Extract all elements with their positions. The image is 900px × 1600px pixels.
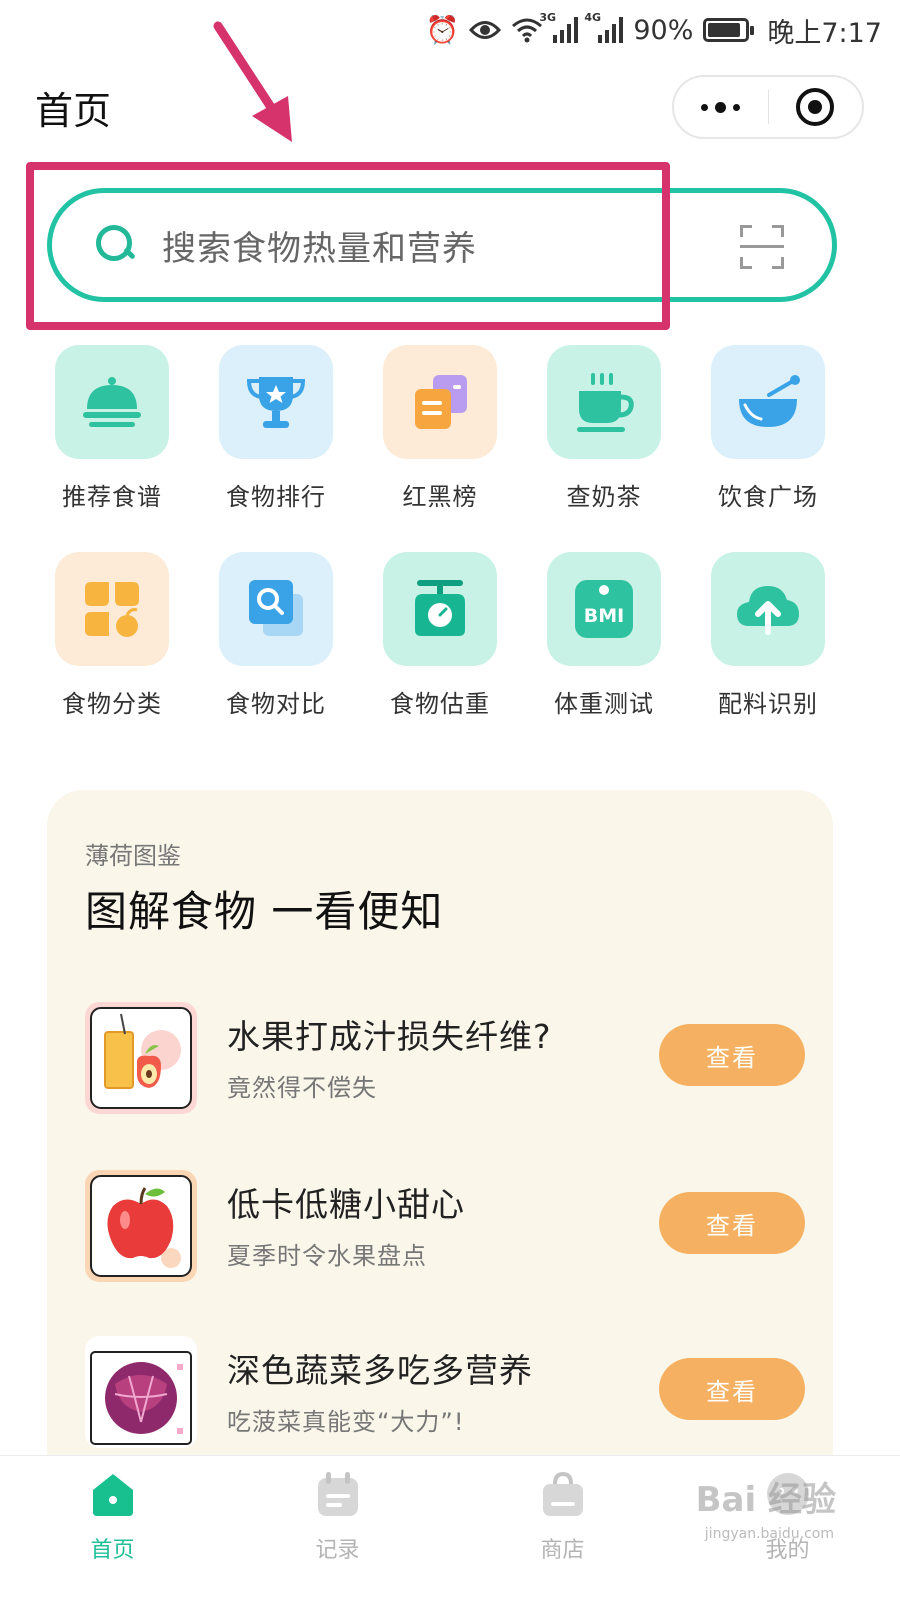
grid-item-ingredient-scan[interactable]: 配料识别 xyxy=(686,552,850,719)
feature-grid: 推荐食谱 食物排行 红黑榜 查奶茶 饮食广场 食物分类 食物对比 食物估重 BM… xyxy=(30,345,870,719)
bowl-icon xyxy=(711,345,825,459)
close-program-button[interactable] xyxy=(769,77,863,137)
scale-icon xyxy=(383,552,497,666)
status-bar: ⏰ 3G 4G 90% 晚上7:17 xyxy=(0,0,900,62)
watermark: Bai 经验 xyxy=(695,1480,836,1520)
cup-icon xyxy=(547,345,661,459)
cards-icon xyxy=(383,345,497,459)
status-icons: ⏰ 3G 4G 90% 晚上7:17 xyxy=(426,10,882,50)
grid-item-ranking[interactable]: 食物排行 xyxy=(194,345,358,512)
grid-item-diet-square[interactable]: 饮食广场 xyxy=(686,345,850,512)
signal-3g-icon: 3G xyxy=(539,11,579,43)
article-title: 低卡低糖小甜心 xyxy=(227,1185,465,1224)
article-item[interactable]: 深色蔬菜多吃多营养 吃菠菜真能变“大力”! 查看 xyxy=(85,1336,805,1452)
article-title: 深色蔬菜多吃多营养 xyxy=(227,1351,533,1390)
grid-label: 红黑榜 xyxy=(402,483,478,511)
battery-icon xyxy=(703,18,755,42)
grid-item-food-compare[interactable]: 食物对比 xyxy=(194,552,358,719)
grid-label: 配料识别 xyxy=(718,690,818,718)
article-item[interactable]: 低卡低糖小甜心 夏季时令水果盘点 查看 xyxy=(85,1170,805,1286)
grid-label: 食物分类 xyxy=(62,690,162,718)
grid-item-food-category[interactable]: 食物分类 xyxy=(30,552,194,719)
annotation-arrow xyxy=(213,21,292,142)
grid-item-milk-tea[interactable]: 查奶茶 xyxy=(522,345,686,512)
category-icon xyxy=(55,552,169,666)
view-button[interactable]: 查看 xyxy=(659,1358,805,1420)
mini-program-capsule xyxy=(672,75,864,139)
home-icon xyxy=(92,1474,133,1516)
annotation-highlight-box xyxy=(26,162,670,330)
scan-icon[interactable] xyxy=(740,225,784,269)
page-title: 首页 xyxy=(35,89,112,133)
food-atlas-card: 薄荷图鉴 图解食物 一看便知 水果打成汁损失纤维? 竟然得不偿失 查看 低卡低糖… xyxy=(47,790,833,1490)
view-button[interactable]: 查看 xyxy=(659,1024,805,1086)
tab-label: 商店 xyxy=(540,1538,585,1563)
alarm-icon: ⏰ xyxy=(425,14,460,46)
signal-3g-label: 3G xyxy=(539,11,557,24)
calendar-icon xyxy=(317,1472,358,1516)
watermark-url: jingyan.baidu.com xyxy=(704,1526,834,1542)
article-desc: 竟然得不偿失 xyxy=(227,1074,377,1102)
article-item[interactable]: 水果打成汁损失纤维? 竟然得不偿失 查看 xyxy=(85,1002,805,1118)
grid-item-red-black-list[interactable]: 红黑榜 xyxy=(358,345,522,512)
trophy-icon xyxy=(219,345,333,459)
battery-fill xyxy=(708,23,741,37)
signal-4g-label: 4G xyxy=(584,11,602,24)
signal-4g-icon: 4G xyxy=(584,11,624,43)
bmi-text: BMI xyxy=(584,605,624,627)
grid-item-recipes[interactable]: 推荐食谱 xyxy=(30,345,194,512)
eye-icon xyxy=(469,21,502,39)
cabbage-thumbnail xyxy=(85,1336,197,1448)
article-title: 水果打成汁损失纤维? xyxy=(227,1017,552,1056)
status-time: 晚上7:17 xyxy=(767,17,882,49)
grid-label: 体重测试 xyxy=(554,690,654,718)
tab-home[interactable]: 首页 xyxy=(0,1456,225,1600)
apple-thumbnail xyxy=(85,1170,197,1282)
grid-label: 查奶茶 xyxy=(566,483,642,511)
grid-item-weight-test[interactable]: BMI 体重测试 xyxy=(522,552,686,719)
tab-label: 首页 xyxy=(90,1538,135,1563)
tab-store[interactable]: 商店 xyxy=(450,1456,675,1600)
target-icon xyxy=(796,88,835,126)
card-subtitle: 薄荷图鉴 xyxy=(85,842,181,870)
more-options-button[interactable] xyxy=(674,77,768,137)
grid-item-food-weight[interactable]: 食物估重 xyxy=(358,552,522,719)
view-button[interactable]: 查看 xyxy=(659,1192,805,1254)
shopping-bag-icon xyxy=(542,1471,583,1516)
upload-cloud-icon xyxy=(711,552,825,666)
tab-records[interactable]: 记录 xyxy=(225,1456,450,1600)
compare-icon xyxy=(219,552,333,666)
grid-label: 食物对比 xyxy=(226,690,326,718)
grid-label: 饮食广场 xyxy=(718,483,818,511)
article-desc: 夏季时令水果盘点 xyxy=(227,1242,427,1270)
grid-label: 食物排行 xyxy=(226,483,326,511)
tab-label: 记录 xyxy=(315,1538,360,1563)
article-desc: 吃菠菜真能变“大力”! xyxy=(227,1408,465,1436)
cloche-icon xyxy=(55,345,169,459)
juice-thumbnail xyxy=(85,1002,197,1114)
grid-label: 食物估重 xyxy=(390,690,490,718)
battery-percent: 90% xyxy=(633,14,694,46)
bmi-icon: BMI xyxy=(547,552,661,666)
card-title: 图解食物 一看便知 xyxy=(85,887,444,936)
grid-label: 推荐食谱 xyxy=(62,483,162,511)
